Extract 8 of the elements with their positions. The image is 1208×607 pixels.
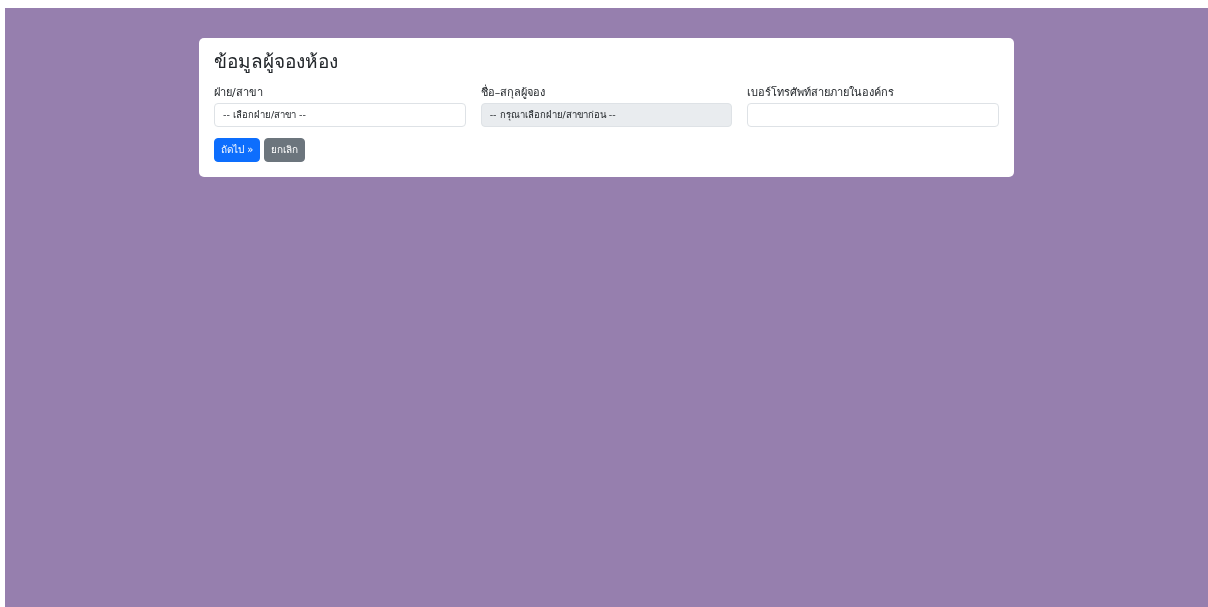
field-label: ชื่อ–สกุลผู้จอง: [480, 84, 547, 101]
field-label: ฝ่าย/สาขา: [214, 84, 264, 101]
next-button[interactable]: ถัดไป »: [214, 138, 261, 163]
form-title: ข้อมูลผู้จองห้อง: [214, 50, 339, 73]
dropdown-field[interactable]: -- เลือกฝ่าย/สาขา --: [214, 103, 466, 128]
field-label: เบอร์โทรศัพท์สายภายในองค์กร: [747, 84, 896, 101]
input-field[interactable]: [747, 103, 999, 128]
cancel-button[interactable]: ยกเลิก: [264, 138, 306, 163]
